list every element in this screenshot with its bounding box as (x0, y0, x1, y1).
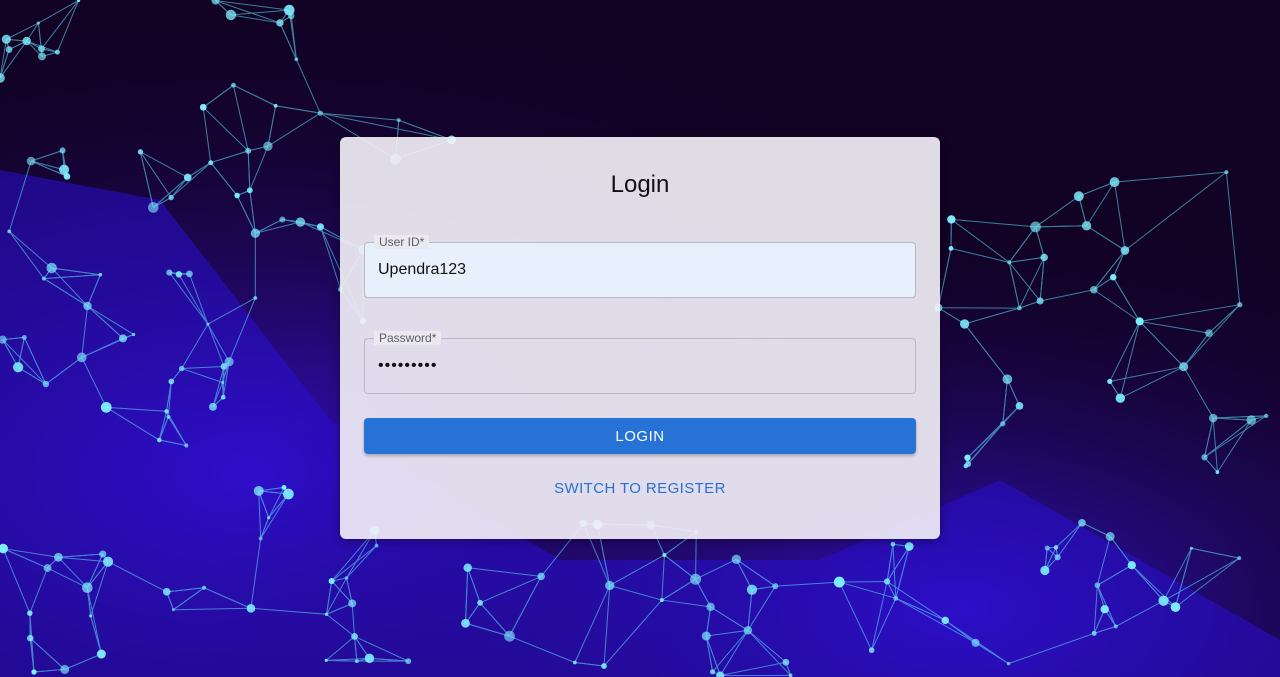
password-input[interactable] (378, 339, 898, 393)
user-id-input[interactable] (378, 243, 898, 297)
login-card: Login User ID* Password* LOGIN SWITCH TO… (340, 137, 940, 539)
user-id-field[interactable]: User ID* (364, 235, 916, 298)
login-title: Login (610, 171, 670, 198)
login-button[interactable]: LOGIN (364, 418, 916, 454)
switch-to-register-button[interactable]: SWITCH TO REGISTER (540, 477, 740, 499)
password-field[interactable]: Password* (364, 331, 916, 394)
